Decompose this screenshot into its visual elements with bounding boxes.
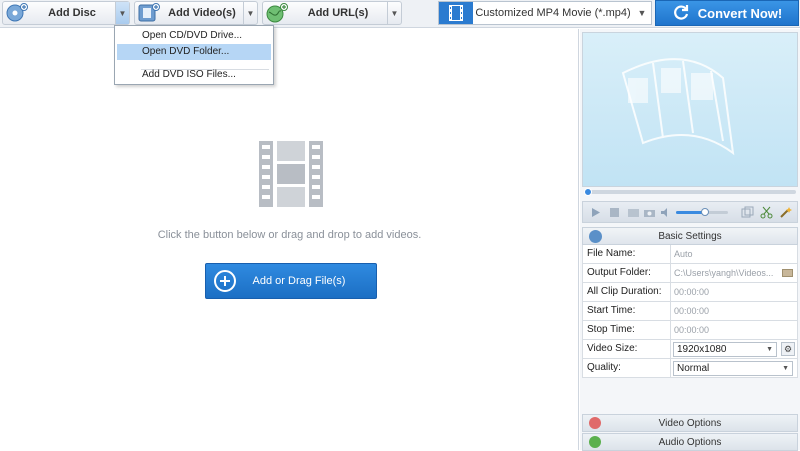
output-format-label: Customized MP4 Movie (*.mp4) (475, 7, 631, 19)
magic-wand-icon[interactable] (779, 206, 792, 219)
add-video-dropdown-arrow[interactable]: ▼ (243, 2, 257, 24)
quality-cell: Normal ▼ (671, 359, 797, 377)
folder-icon[interactable] (782, 269, 793, 277)
add-url-button[interactable]: Add URL(s) ▼ (262, 1, 402, 25)
settings-label: Start Time: (583, 302, 671, 320)
settings-gear-icon (589, 230, 602, 243)
settings-label: Quality: (583, 359, 671, 377)
menu-item-open-cd-dvd-drive[interactable]: Open CD/DVD Drive... (117, 28, 271, 44)
menu-item-add-dvd-iso-files[interactable]: Add DVD ISO Files... (117, 67, 271, 83)
film-reel-logo (621, 58, 735, 156)
globe-icon (263, 2, 289, 24)
add-url-dropdown-arrow[interactable]: ▼ (387, 2, 401, 24)
settings-row-duration: All Clip Duration: 00:00:00 (582, 283, 798, 302)
camera-icon[interactable] (643, 206, 656, 219)
chevron-down-icon: ▼ (782, 365, 789, 372)
settings-label: File Name: (583, 245, 671, 263)
settings-grid: File Name: Auto Output Folder: C:\Users\… (582, 245, 798, 378)
add-disc-menu: Open CD/DVD Drive... Open DVD Folder... … (114, 25, 274, 85)
settings-label: All Clip Duration: (583, 283, 671, 301)
folder-snapshot-icon[interactable] (627, 206, 640, 219)
volume-icon[interactable] (659, 206, 672, 219)
settings-row-stop-time: Stop Time: 00:00:00 (582, 321, 798, 340)
convert-now-label: Convert Now! (697, 5, 783, 21)
output-folder-field[interactable]: C:\Users\yangh\Videos... (671, 264, 797, 282)
volume-slider[interactable] (676, 208, 728, 216)
add-disc-dropdown-arrow[interactable]: ▼ (115, 2, 129, 24)
settings-row-video-size: Video Size: 1920x1080 ▼ ⚙ (582, 340, 798, 359)
video-size-gear-icon[interactable]: ⚙ (781, 342, 795, 356)
duration-field: 00:00:00 (674, 287, 710, 297)
volume-handle[interactable] (700, 208, 709, 216)
plus-circle-icon (214, 270, 236, 292)
video-size-value: 1920x1080 (677, 344, 727, 355)
menu-item-open-dvd-folder[interactable]: Open DVD Folder... (117, 44, 271, 60)
video-options-bar[interactable]: Video Options (582, 414, 798, 432)
chevron-down-icon: ▼ (766, 346, 773, 353)
settings-label: Stop Time: (583, 321, 671, 339)
copy-icon[interactable] (741, 206, 754, 219)
start-time-field[interactable]: 00:00:00 (671, 302, 797, 320)
playback-controls (582, 201, 798, 223)
add-url-label: Add URL(s) (307, 7, 369, 19)
video-options-icon (589, 417, 601, 429)
quality-value: Normal (677, 363, 710, 374)
seek-handle[interactable] (584, 188, 592, 196)
output-folder-path: C:\Users\yangh\Videos... (674, 268, 774, 278)
play-icon[interactable] (589, 206, 602, 219)
add-video-button[interactable]: Add Video(s) ▼ (134, 1, 258, 25)
add-disc-button[interactable]: Add Disc ▼ (2, 1, 130, 25)
settings-row-file-name: File Name: Auto (582, 245, 798, 264)
settings-label: Video Size: (583, 340, 671, 358)
film-strip-icon (257, 139, 325, 209)
audio-options-icon (589, 436, 601, 448)
refresh-icon (672, 3, 690, 24)
settings-label: Output Folder: (583, 264, 671, 282)
basic-settings-title: Basic Settings (658, 231, 722, 242)
settings-row-start-time: Start Time: 00:00:00 (582, 302, 798, 321)
film-format-icon (439, 2, 473, 24)
video-preview (582, 32, 798, 187)
video-size-cell: 1920x1080 ▼ ⚙ (671, 340, 797, 358)
settings-row-quality: Quality: Normal ▼ (582, 359, 798, 378)
disc-icon (3, 2, 29, 24)
add-or-drag-files-button[interactable]: Add or Drag File(s) (205, 263, 377, 299)
quality-select[interactable]: Normal ▼ (673, 361, 793, 376)
seek-track (586, 190, 796, 194)
drop-area[interactable]: Click the button below or drag and drop … (0, 29, 579, 450)
convert-now-button[interactable]: Convert Now! (655, 0, 799, 26)
basic-settings-header[interactable]: Basic Settings (582, 227, 798, 245)
output-format-select[interactable]: Customized MP4 Movie (*.mp4) ▼ (438, 1, 652, 25)
stop-icon[interactable] (608, 206, 621, 219)
audio-options-label: Audio Options (658, 437, 722, 448)
right-panel: Basic Settings File Name: Auto Output Fo… (580, 29, 800, 451)
stop-time-field[interactable]: 00:00:00 (671, 321, 797, 339)
file-name-field[interactable]: Auto (671, 245, 797, 263)
add-disc-label: Add Disc (48, 7, 96, 19)
scissors-icon[interactable] (760, 206, 773, 219)
seek-bar[interactable] (582, 188, 798, 196)
settings-row-output-folder: Output Folder: C:\Users\yangh\Videos... (582, 264, 798, 283)
toolbar: Add Disc ▼ Add Video(s) ▼ Add URL(s) ▼ C… (0, 0, 800, 28)
video-size-select[interactable]: 1920x1080 ▼ (673, 342, 777, 357)
video-options-label: Video Options (658, 418, 722, 429)
add-video-label: Add Video(s) (168, 7, 236, 19)
add-or-drag-files-label: Add or Drag File(s) (252, 275, 346, 287)
chevron-down-icon: ▼ (637, 8, 647, 18)
drop-hint-text: Click the button below or drag and drop … (157, 229, 422, 241)
audio-options-bar[interactable]: Audio Options (582, 433, 798, 451)
film-icon (135, 2, 161, 24)
